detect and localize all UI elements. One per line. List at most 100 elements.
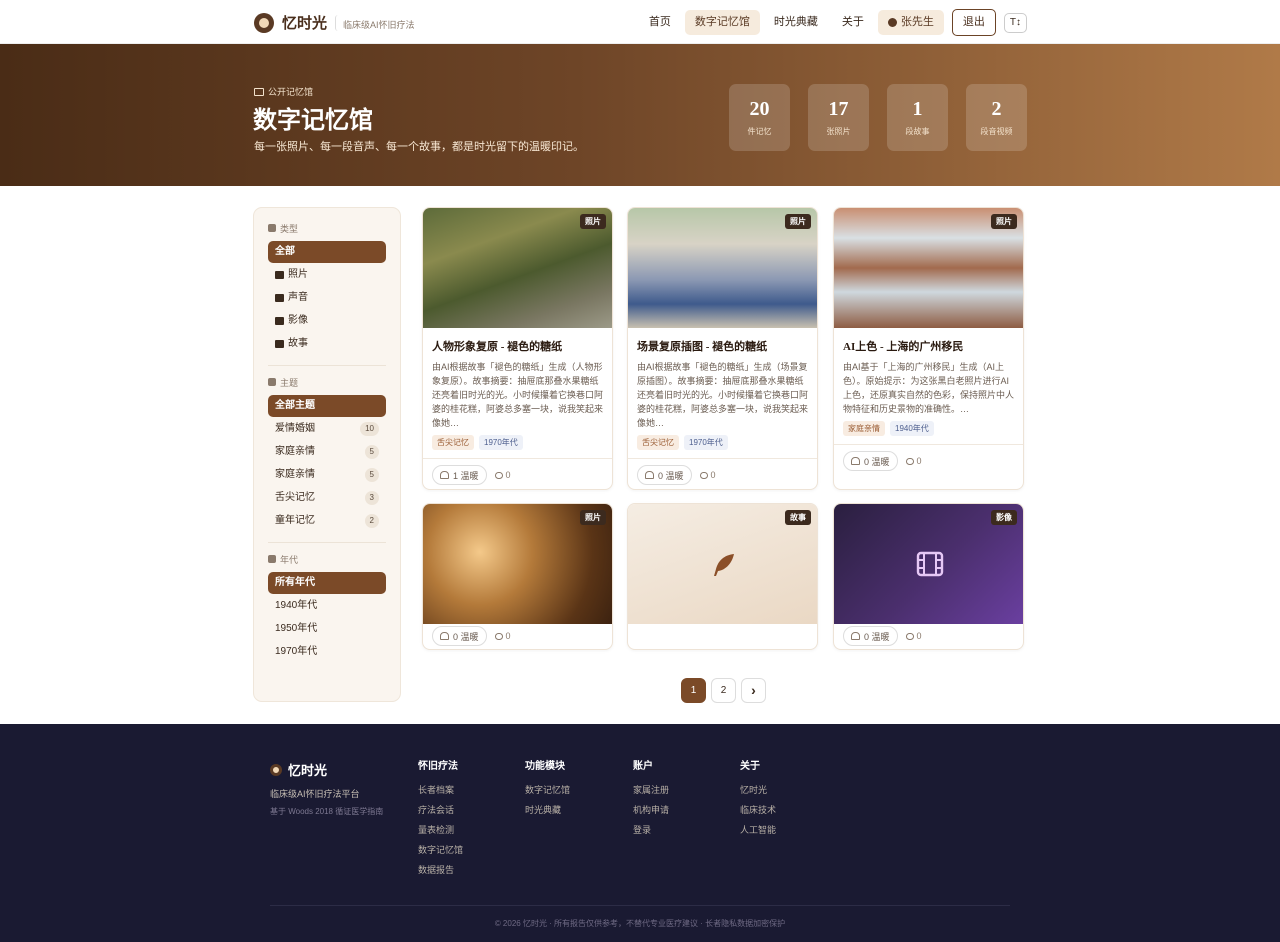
footer-link[interactable]: 量表检测 — [418, 820, 463, 840]
item-label: 全部 — [275, 246, 295, 257]
stat-label: 件记忆 — [747, 127, 772, 136]
page-2-button[interactable]: 2 — [711, 678, 736, 703]
card-footer: 0 温暖 0 — [834, 624, 1023, 649]
divider — [268, 542, 386, 543]
filter-era-all[interactable]: 所有年代 — [268, 572, 386, 594]
era-tag[interactable]: 1970年代 — [684, 435, 728, 450]
memory-card[interactable]: 照片 人物形象复原 - 褪色的糖纸 由AI根据故事「褪色的糖纸」生成（人物形象复… — [422, 207, 613, 490]
card-desc: 由AI基于「上海的广州移民」生成（AI上色）。原始提示：为这张黑白老照片进行AI… — [843, 362, 1015, 414]
memory-card[interactable]: 照片 AI上色 - 上海的广州移民 由AI基于「上海的广州移民」生成（AI上色）… — [833, 207, 1024, 490]
stat-num: 20 — [749, 98, 770, 120]
filter-theme[interactable]: 爱情婚姻 10 — [268, 418, 386, 440]
item-label: 1970年代 — [275, 646, 318, 657]
theme-tag[interactable]: 舌尖记忆 — [637, 435, 679, 450]
like-button[interactable]: 1 温暖 — [432, 465, 487, 485]
comment-icon — [494, 471, 503, 479]
footer-link[interactable]: 忆时光 — [740, 780, 776, 800]
comment-count: 0 — [710, 470, 716, 480]
like-button[interactable]: 0 温暖 — [637, 465, 692, 485]
filter-theme[interactable]: 童年记忆 2 — [268, 510, 386, 532]
divider — [268, 365, 386, 366]
memory-card[interactable]: 故事 — [627, 503, 818, 650]
nav-collection[interactable]: 时光典藏 — [764, 10, 828, 35]
footer-link[interactable]: 长者档案 — [418, 780, 463, 800]
like-button[interactable]: 0 温暖 — [843, 626, 898, 646]
card-title: 场景复原插图 - 褪色的糖纸 — [637, 341, 768, 353]
comment-button[interactable]: 0 — [494, 470, 511, 480]
heart-icon — [440, 471, 449, 479]
stat-num: 2 — [991, 98, 1002, 120]
card-footer: 0 温暖 0 — [834, 444, 1023, 477]
nav-about[interactable]: 关于 — [832, 10, 874, 35]
filter-type-all[interactable]: 全部 — [268, 241, 386, 263]
section-label: 主题 — [280, 377, 299, 388]
era-tag[interactable]: 1940年代 — [890, 421, 934, 436]
pagination: 1 2 › — [681, 678, 766, 703]
card-tags: 舌尖记忆 1970年代 — [628, 432, 817, 450]
footer-link[interactable]: 家属注册 — [633, 780, 669, 800]
footer-link[interactable]: 疗法会话 — [418, 800, 463, 820]
card-image: 照片 — [834, 208, 1023, 328]
comment-button[interactable]: 0 — [905, 631, 922, 641]
filter-theme-all[interactable]: 全部主题 — [268, 395, 386, 417]
comment-button[interactable]: 0 — [494, 631, 511, 641]
filter-type-photo[interactable]: 照片 — [268, 264, 386, 286]
filter-type-video[interactable]: 影像 — [268, 310, 386, 332]
filter-type-audio[interactable]: 声音 — [268, 287, 386, 309]
card-footer: 0 温暖 0 — [423, 624, 612, 649]
like-button[interactable]: 0 温暖 — [843, 451, 898, 471]
era-tag[interactable]: 1970年代 — [479, 435, 523, 450]
footer-link[interactable]: 机构申请 — [633, 800, 669, 820]
memory-card[interactable]: 影像 0 温暖 0 — [833, 503, 1024, 650]
music-icon — [275, 294, 284, 302]
footer-link[interactable]: 临床技术 — [740, 800, 776, 820]
filter-era[interactable]: 1970年代 — [268, 641, 386, 663]
footer-link[interactable]: 登录 — [633, 820, 669, 840]
theme-tag[interactable]: 舌尖记忆 — [432, 435, 474, 450]
stat-label: 张照片 — [826, 127, 851, 136]
footer-link[interactable]: 人工智能 — [740, 820, 776, 840]
comment-count: 0 — [916, 631, 922, 641]
item-label: 所有年代 — [275, 577, 315, 588]
card-desc: 由AI根据故事「褪色的糖纸」生成（人物形象复原）。故事摘要：抽屉底那叠水果糖纸还… — [432, 362, 604, 428]
nav-home[interactable]: 首页 — [639, 10, 681, 35]
like-button[interactable]: 0 温暖 — [432, 626, 487, 646]
heart-icon — [851, 457, 860, 465]
comment-icon — [494, 632, 503, 640]
comment-button[interactable]: 0 — [905, 456, 922, 466]
gallery-icon — [254, 87, 264, 96]
copyright: © 2026 忆时光 · 所有报告仅供参考，不替代专业医疗建议 · 长者隐私数据… — [494, 919, 786, 928]
footer-link[interactable]: 数字记忆馆 — [418, 840, 463, 860]
page-1-button[interactable]: 1 — [681, 678, 706, 703]
filter-era[interactable]: 1950年代 — [268, 618, 386, 640]
stats: 20 件记忆 17 张照片 1 段故事 2 段音视频 — [729, 84, 1027, 151]
brand[interactable]: 忆时光 临床级AI怀旧疗法 — [254, 12, 420, 33]
card-tags: 舌尖记忆 1970年代 — [423, 432, 612, 450]
memory-card[interactable]: 照片 场景复原插图 - 褪色的糖纸 由AI根据故事「褪色的糖纸」生成（场景复原插… — [627, 207, 818, 490]
theme-tag[interactable]: 家庭亲情 — [843, 421, 885, 436]
filter-theme[interactable]: 舌尖记忆 3 — [268, 487, 386, 509]
page-title: 数字记忆馆 — [253, 108, 373, 134]
footer-link[interactable]: 数字记忆馆 — [525, 780, 570, 800]
logout-button[interactable]: 退出 — [951, 9, 996, 36]
footer-col-title: 关于 — [740, 761, 760, 772]
footer: 忆时光 临床级AI怀旧疗法平台 基于 Woods 2018 循证医学指南 怀旧疗… — [0, 724, 1280, 942]
count-badge: 2 — [364, 514, 379, 528]
user-menu[interactable]: 张先生 — [877, 10, 944, 35]
footer-col-about: 关于 忆时光 临床技术 人工智能 — [740, 757, 776, 840]
filter-theme[interactable]: 家庭亲情 5 — [268, 464, 386, 486]
memory-card[interactable]: 照片 0 温暖 0 — [422, 503, 613, 650]
comment-button[interactable]: 0 — [699, 470, 716, 480]
stat-memories: 20 件记忆 — [729, 84, 790, 151]
hero-subtitle: 每一张照片、每一段音声、每一个故事，都是时光留下的温暖印记。 — [254, 141, 584, 153]
footer-link[interactable]: 数据报告 — [418, 860, 463, 880]
font-size-toggle[interactable]: T↕ — [1003, 12, 1027, 33]
next-page-button[interactable]: › — [741, 678, 766, 703]
footer-link[interactable]: 时光典藏 — [525, 800, 570, 820]
filter-era[interactable]: 1940年代 — [268, 595, 386, 617]
filter-theme[interactable]: 家庭亲情 5 — [268, 441, 386, 463]
nav-memory-hall[interactable]: 数字记忆馆 — [684, 10, 760, 35]
filter-type-story[interactable]: 故事 — [268, 333, 386, 355]
type-badge: 故事 — [785, 510, 811, 525]
type-badge: 照片 — [580, 214, 606, 229]
